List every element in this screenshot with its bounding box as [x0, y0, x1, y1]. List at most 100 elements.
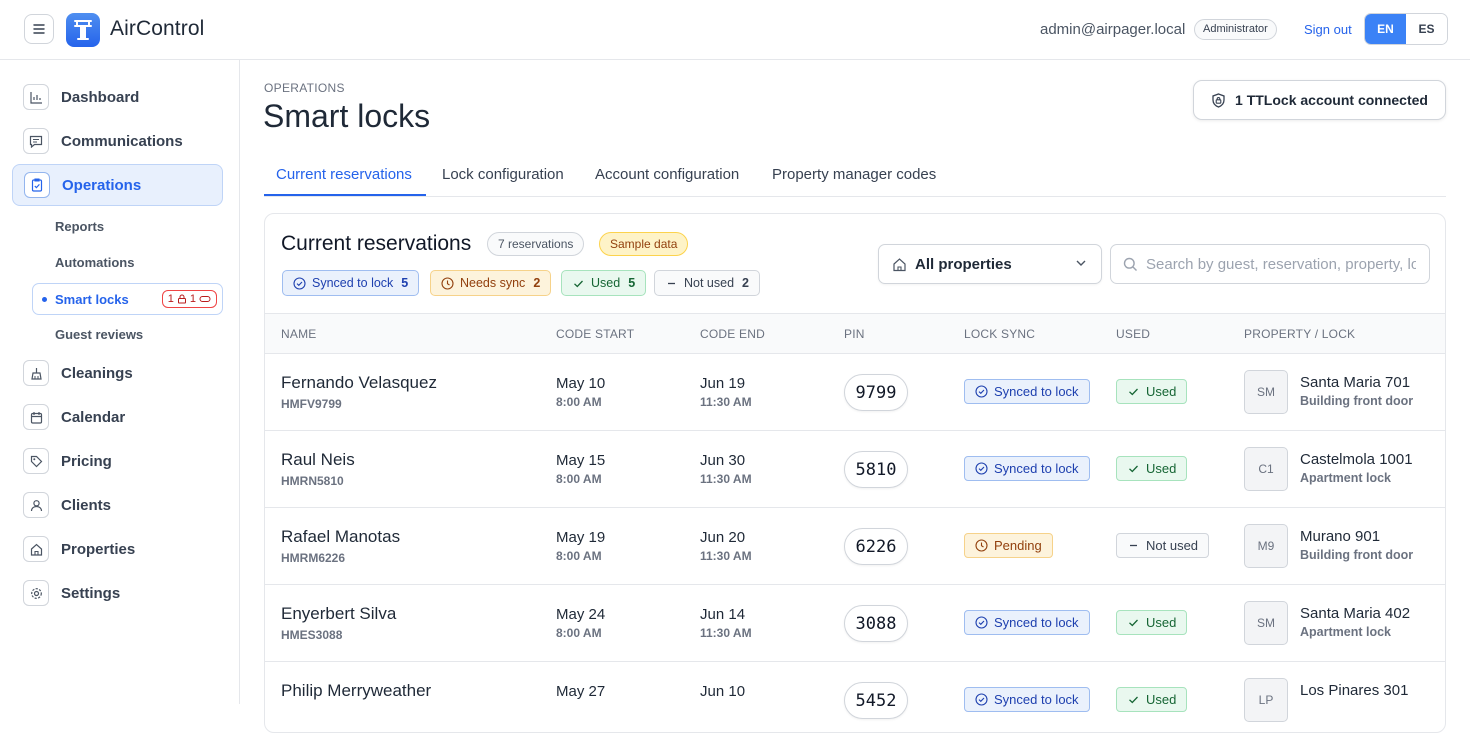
column-header-lock-sync[interactable]: LOCK SYNC: [964, 327, 1035, 341]
language-en-button[interactable]: EN: [1365, 14, 1406, 44]
property-filter-select[interactable]: All properties: [878, 244, 1102, 284]
guest-cell: Rafael Manotas HMRM6226: [281, 527, 400, 565]
reservations-card: Current reservations 7 reservations Samp…: [264, 213, 1446, 733]
house-icon: [893, 257, 906, 271]
tab-current-reservations[interactable]: Current reservations: [276, 166, 412, 183]
property-name[interactable]: Castelmola 1001: [1300, 451, 1413, 468]
sign-out-link[interactable]: Sign out: [1304, 22, 1352, 37]
filter-not-used[interactable]: Not used 2: [654, 270, 760, 296]
code-end-date: Jun 19: [700, 375, 746, 392]
pin-code[interactable]: 3088: [844, 605, 908, 642]
sidebar-item-label: Clients: [61, 496, 112, 514]
sidebar-item-label: Dashboard: [61, 88, 140, 106]
guest-name[interactable]: Raul Neis: [281, 450, 355, 470]
ttlock-account-button[interactable]: 1 TTLock account connected: [1193, 80, 1446, 120]
table-row[interactable]: Philip Merryweather May 27 Jun 10 5452 Synce…: [265, 662, 1445, 732]
property-name[interactable]: Santa Maria 701: [1300, 374, 1413, 391]
property-cell: Castelmola 1001 Apartment lock: [1300, 451, 1413, 485]
reservation-count-pill: 7 reservations: [487, 232, 585, 256]
filter-used[interactable]: Used 5: [561, 270, 647, 296]
tower-icon: [74, 20, 92, 40]
table-row[interactable]: Raul Neis HMRN5810 May 15 8:00 AM Jun 30 11:3…: [265, 431, 1445, 508]
smart-locks-counter-badge: 1 1: [161, 290, 217, 308]
table-header: NAME CODE START CODE END PIN LOCK SYNC U…: [265, 313, 1445, 354]
property-name[interactable]: Los Pinares 301: [1300, 682, 1408, 699]
used-badge: Used: [1116, 610, 1188, 635]
active-tab-indicator: [264, 194, 426, 196]
clock-icon: [441, 276, 454, 290]
property-avatar: LP: [1244, 678, 1288, 722]
code-end-cell: Jun 14 11:30 AM: [700, 606, 752, 640]
tab-lock-configuration[interactable]: Lock configuration: [442, 166, 564, 183]
sidebar-subitem-guest-reviews[interactable]: Guest reviews: [55, 327, 143, 342]
bar-chart-icon: [23, 84, 49, 110]
guest-name[interactable]: Enyerbert Silva: [281, 604, 396, 624]
property-name[interactable]: Santa Maria 402: [1300, 605, 1410, 622]
sidebar-subitem-automations[interactable]: Automations: [55, 255, 134, 270]
user-email: admin@airpager.local: [1040, 21, 1186, 38]
pin-code[interactable]: 6226: [844, 528, 908, 565]
filter-needs-sync[interactable]: Needs sync 2: [430, 270, 552, 296]
sidebar-item-properties[interactable]: Properties: [12, 528, 223, 570]
table-row[interactable]: Rafael Manotas HMRM6226 May 19 8:00 AM Jun 2…: [265, 508, 1445, 585]
used-label: Not used: [1146, 538, 1199, 553]
sidebar-item-calendar[interactable]: Calendar: [12, 396, 223, 438]
lock-sync-cell: Synced to lock: [964, 379, 1090, 404]
lock-sync-label: Synced to lock: [994, 692, 1079, 707]
guest-name[interactable]: Fernando Velasquez: [281, 373, 437, 393]
column-header-property-lock[interactable]: PROPERTY / LOCK: [1244, 327, 1355, 341]
locked-count: 1: [167, 293, 174, 305]
tab-bar: Current reservations Lock configuration …: [264, 155, 1446, 197]
check-icon: [1129, 388, 1138, 396]
clock-icon: [975, 539, 988, 552]
sidebar-subitem-label: Smart locks: [55, 291, 129, 307]
minus-icon: [668, 282, 675, 284]
menu-toggle-button[interactable]: [24, 14, 54, 44]
code-start-cell: May 19 8:00 AM: [556, 529, 605, 563]
pin-code[interactable]: 9799: [844, 374, 908, 411]
code-end-time: 11:30 AM: [700, 395, 752, 409]
table-row[interactable]: Enyerbert Silva HMES3088 May 24 8:00 AM Jun …: [265, 585, 1445, 662]
search-box: [1110, 244, 1430, 284]
column-header-name[interactable]: NAME: [281, 327, 316, 341]
sidebar-item-cleanings[interactable]: Cleanings: [12, 352, 223, 394]
search-input[interactable]: [1146, 255, 1416, 273]
language-es-button[interactable]: ES: [1406, 14, 1447, 44]
property-avatar: SM: [1244, 601, 1288, 645]
column-header-code-end[interactable]: CODE END: [700, 327, 765, 341]
guest-name[interactable]: Rafael Manotas: [281, 527, 400, 547]
check-icon: [1129, 465, 1138, 473]
sidebar-item-clients[interactable]: Clients: [12, 484, 223, 526]
tab-account-configuration[interactable]: Account configuration: [595, 166, 739, 183]
app-logo[interactable]: [66, 13, 100, 47]
sidebar-item-dashboard[interactable]: Dashboard: [12, 76, 223, 118]
lock-sync-badge: Synced to lock: [964, 687, 1090, 712]
sidebar-item-communications[interactable]: Communications: [12, 120, 223, 162]
sidebar-item-pricing[interactable]: Pricing: [12, 440, 223, 482]
sidebar-item-settings[interactable]: Settings: [12, 572, 223, 614]
pin-code[interactable]: 5452: [844, 682, 908, 719]
property-name[interactable]: Murano 901: [1300, 528, 1413, 545]
reservation-code: HMRN5810: [281, 474, 344, 488]
tab-property-manager-codes[interactable]: Property manager codes: [772, 166, 936, 183]
lock-sync-cell: Pending: [964, 533, 1053, 558]
filter-synced-to-lock[interactable]: Synced to lock 5: [282, 270, 420, 296]
pin-code[interactable]: 5810: [844, 451, 908, 488]
guest-name[interactable]: Philip Merryweather: [281, 681, 431, 701]
sidebar-item-operations[interactable]: Operations: [12, 164, 223, 206]
column-header-pin[interactable]: PIN: [844, 327, 865, 341]
tag-icon: [23, 448, 49, 474]
column-header-code-start[interactable]: CODE START: [556, 327, 634, 341]
code-end-date: Jun 30: [700, 452, 746, 469]
brand-name[interactable]: AirControl: [110, 17, 204, 41]
sample-data-pill: Sample data: [599, 232, 689, 256]
check-circle-icon: [975, 693, 988, 706]
sidebar-subitem-smart-locks[interactable]: Smart locks 1 1: [32, 283, 223, 315]
reservations-title: Current reservations: [281, 232, 472, 255]
user-icon: [23, 492, 49, 518]
table-row[interactable]: Fernando Velasquez HMFV9799 May 10 8:00 AM J…: [265, 354, 1445, 431]
code-start-date: May 19: [556, 529, 606, 546]
key-icon: [199, 296, 211, 302]
sidebar-subitem-reports[interactable]: Reports: [55, 219, 104, 234]
column-header-used[interactable]: USED: [1116, 327, 1150, 341]
